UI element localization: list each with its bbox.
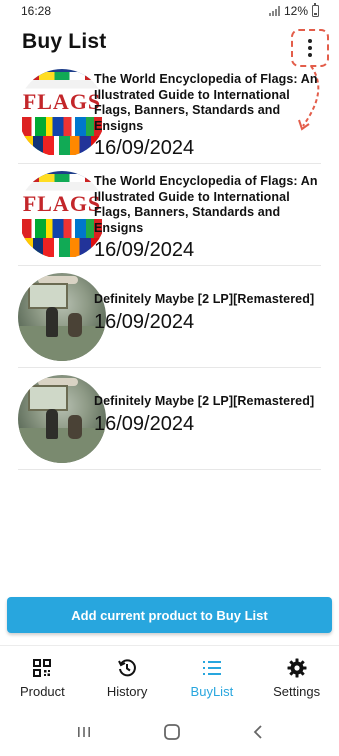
list-item[interactable]: Definitely Maybe [2 LP][Remastered] 16/0… bbox=[18, 368, 321, 470]
signal-icon bbox=[268, 6, 281, 16]
product-date: 16/09/2024 bbox=[94, 239, 195, 261]
nav-item-product[interactable]: Product bbox=[0, 646, 85, 709]
book-cover-image: FLAGS bbox=[18, 69, 106, 157]
more-vertical-icon bbox=[308, 39, 312, 43]
product-name: Definitely Maybe [2 LP][Remastered] bbox=[94, 292, 315, 306]
product-name: The World Encyclopedia of Flags: An Illu… bbox=[94, 174, 318, 235]
nav-item-buylist[interactable]: BuyList bbox=[170, 646, 255, 709]
battery-percent: 12% bbox=[283, 4, 308, 18]
back-button[interactable] bbox=[252, 724, 264, 745]
battery-icon bbox=[312, 3, 319, 17]
page-title: Buy List bbox=[22, 30, 107, 53]
history-icon bbox=[117, 658, 137, 678]
home-icon bbox=[163, 723, 180, 740]
nav-label-product: Product bbox=[19, 684, 65, 699]
cover-word: FLAGS bbox=[22, 89, 102, 114]
product-thumbnail: FLAGS bbox=[18, 69, 106, 157]
product-thumbnail bbox=[18, 273, 106, 361]
list-item[interactable]: FLAGS The World Encyclopedia of Flags: A… bbox=[18, 62, 321, 164]
product-date: 16/09/2024 bbox=[94, 137, 195, 159]
list-icon bbox=[202, 658, 222, 678]
nav-label-history: History bbox=[106, 684, 148, 699]
list-item[interactable]: FLAGS The World Encyclopedia of Flags: A… bbox=[18, 164, 321, 266]
status-indicators: 12% bbox=[268, 3, 319, 18]
product-thumbnail: FLAGS bbox=[18, 171, 106, 259]
status-time: 16:28 bbox=[21, 4, 52, 18]
recent-apps-icon bbox=[77, 726, 90, 737]
nav-item-settings[interactable]: Settings bbox=[254, 646, 339, 709]
nav-item-history[interactable]: History bbox=[85, 646, 170, 709]
book-cover-image: FLAGS bbox=[18, 171, 106, 259]
nav-label-settings: Settings bbox=[273, 684, 321, 699]
status-bar: 16:28 12% bbox=[0, 0, 339, 22]
product-name: The World Encyclopedia of Flags: An Illu… bbox=[94, 72, 318, 133]
cover-word: FLAGS bbox=[22, 191, 102, 216]
product-name: Definitely Maybe [2 LP][Remastered] bbox=[94, 394, 315, 408]
qr-code-icon bbox=[32, 658, 52, 678]
add-to-buy-list-button[interactable]: Add current product to Buy List bbox=[7, 597, 332, 633]
album-cover-image bbox=[18, 273, 106, 361]
list-item[interactable]: Definitely Maybe [2 LP][Remastered] 16/0… bbox=[18, 266, 321, 368]
recent-apps-button[interactable] bbox=[76, 725, 92, 744]
product-date: 16/09/2024 bbox=[94, 412, 195, 435]
bottom-navigation: Product History BuyList Settings bbox=[0, 645, 339, 709]
product-thumbnail bbox=[18, 375, 106, 463]
system-navigation-bar bbox=[0, 712, 339, 756]
nav-label-buylist: BuyList bbox=[190, 684, 234, 699]
back-icon bbox=[253, 724, 262, 739]
product-date: 16/09/2024 bbox=[94, 310, 195, 333]
buy-list: FLAGS The World Encyclopedia of Flags: A… bbox=[0, 62, 339, 470]
app-header: Buy List bbox=[0, 26, 339, 67]
home-button[interactable] bbox=[163, 723, 181, 746]
gear-icon bbox=[287, 658, 307, 678]
album-cover-image bbox=[18, 375, 106, 463]
